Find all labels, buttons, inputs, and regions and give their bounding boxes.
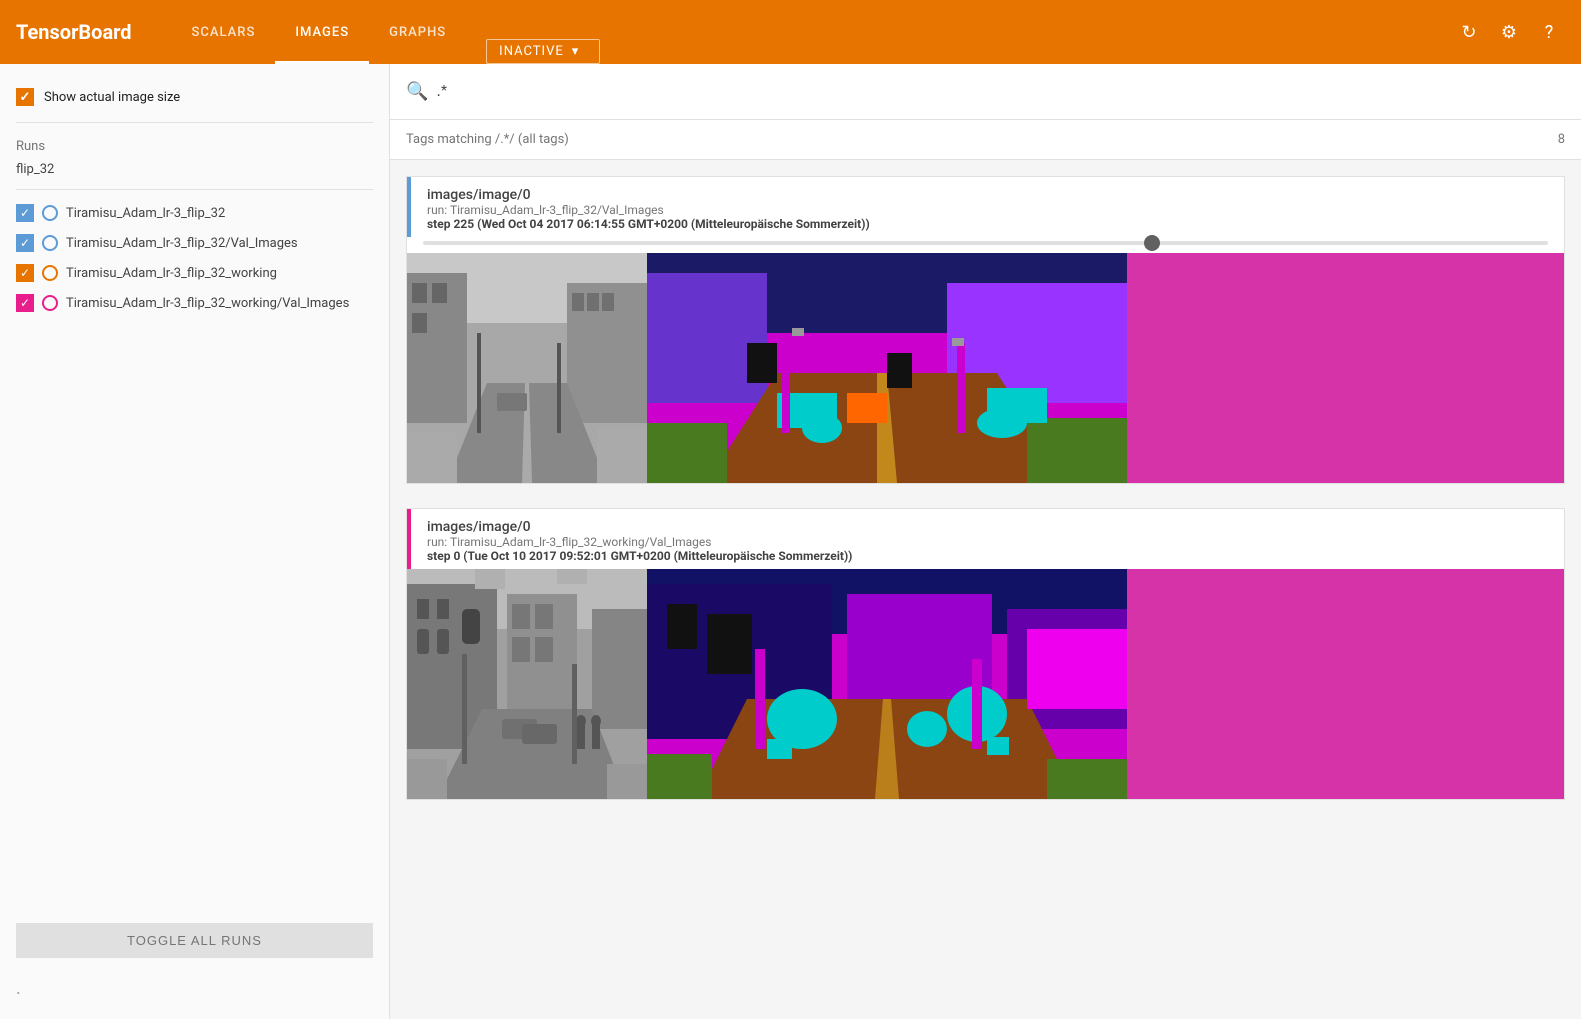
- header-icons: ↻ ⚙ ?: [1453, 16, 1565, 48]
- sidebar-dot: .: [0, 974, 389, 1003]
- step-detail-0: (Wed Oct 04 2017 06:14:55 GMT+0200 (Mitt…: [474, 217, 870, 231]
- show-image-size-label: Show actual image size: [44, 90, 180, 105]
- image-card-step-0: step 225 (Wed Oct 04 2017 06:14:55 GMT+0…: [427, 217, 870, 231]
- inactive-label: INACTIVE: [499, 44, 564, 59]
- image-card-run-0: run: Tiramisu_Adam_lr-3_flip_32/Val_Imag…: [427, 203, 870, 217]
- image-card-title-1: images/image/0: [427, 519, 852, 535]
- run-checkbox-0[interactable]: [16, 204, 34, 222]
- divider-2: [16, 189, 373, 190]
- run-circle-1: [42, 235, 58, 251]
- runs-label: Runs: [0, 131, 389, 158]
- content-area: 🔍 Tags matching /.*/ (all tags) 8 images…: [390, 64, 1581, 1019]
- run-checkbox-1[interactable]: [16, 234, 34, 252]
- image-display-1: [407, 569, 1564, 799]
- show-image-size-row: Show actual image size: [0, 80, 389, 114]
- run-item-1[interactable]: Tiramisu_Adam_lr-3_flip_32/Val_Images: [0, 228, 389, 258]
- nav-scalars[interactable]: SCALARS: [172, 0, 276, 64]
- refresh-icon[interactable]: ↻: [1453, 16, 1485, 48]
- toggle-all-runs-button[interactable]: TOGGLE ALL RUNS: [16, 923, 373, 958]
- sidebar: Show actual image size Runs flip_32 Tira…: [0, 64, 390, 1019]
- run-name-2: Tiramisu_Adam_lr-3_flip_32_working: [66, 266, 277, 281]
- inactive-dropdown[interactable]: INACTIVE ▾: [486, 39, 600, 64]
- search-icon: 🔍: [406, 81, 428, 102]
- image-right-0: [647, 253, 1564, 483]
- tags-count: 8: [1558, 132, 1565, 147]
- image-right-1: [647, 569, 1564, 799]
- run-item-3[interactable]: Tiramisu_Adam_lr-3_flip_32_working/Val_I…: [0, 288, 389, 318]
- divider-1: [16, 122, 373, 123]
- step-label-1: step: [427, 549, 453, 563]
- step-detail-1: (Tue Oct 10 2017 09:52:01 GMT+0200 (Mitt…: [460, 549, 852, 563]
- image-left-1: [407, 569, 647, 799]
- run-name-0: Tiramisu_Adam_lr-3_flip_32: [66, 206, 225, 221]
- show-image-size-checkbox[interactable]: [16, 88, 34, 106]
- help-icon[interactable]: ?: [1533, 16, 1565, 48]
- logo: TensorBoard: [16, 20, 132, 44]
- run-circle-0: [42, 205, 58, 221]
- nav-images[interactable]: IMAGES: [275, 0, 369, 64]
- image-card-run-1: run: Tiramisu_Adam_lr-3_flip_32_working/…: [427, 535, 852, 549]
- dropdown-arrow-icon: ▾: [572, 44, 580, 59]
- flip-label: flip_32: [0, 158, 389, 185]
- nav: SCALARS IMAGES GRAPHS INACTIVE ▾: [172, 0, 1453, 64]
- main-layout: Show actual image size Runs flip_32 Tira…: [0, 64, 1581, 1019]
- tags-bar: Tags matching /.*/ (all tags) 8: [390, 120, 1581, 160]
- image-card-title-0: images/image/0: [427, 187, 870, 203]
- tags-text: Tags matching /.*/ (all tags): [406, 132, 569, 147]
- image-card-step-1: step 0 (Tue Oct 10 2017 09:52:01 GMT+020…: [427, 549, 852, 563]
- image-card-header-0: images/image/0 run: Tiramisu_Adam_lr-3_f…: [407, 177, 1564, 237]
- images-content: images/image/0 run: Tiramisu_Adam_lr-3_f…: [390, 160, 1581, 1019]
- settings-icon[interactable]: ⚙: [1493, 16, 1525, 48]
- image-card-0: images/image/0 run: Tiramisu_Adam_lr-3_f…: [406, 176, 1565, 484]
- step-label-0: step: [427, 217, 453, 231]
- image-card-1: images/image/0 run: Tiramisu_Adam_lr-3_f…: [406, 508, 1565, 800]
- nav-graphs[interactable]: GRAPHS: [369, 0, 466, 64]
- run-circle-3: [42, 295, 58, 311]
- step-slider-0[interactable]: [423, 241, 1548, 245]
- image-card-info-0: images/image/0 run: Tiramisu_Adam_lr-3_f…: [427, 187, 870, 231]
- search-bar: 🔍: [390, 64, 1581, 120]
- image-card-header-1: images/image/0 run: Tiramisu_Adam_lr-3_f…: [407, 509, 1564, 569]
- run-name-1: Tiramisu_Adam_lr-3_flip_32/Val_Images: [66, 236, 298, 251]
- image-card-info-1: images/image/0 run: Tiramisu_Adam_lr-3_f…: [427, 519, 852, 563]
- image-display-0: [407, 253, 1564, 483]
- slider-row-0: [407, 237, 1564, 253]
- tags-suffix: (all tags): [518, 132, 569, 147]
- step-num-0: 225: [453, 217, 474, 231]
- run-item-2[interactable]: Tiramisu_Adam_lr-3_flip_32_working: [0, 258, 389, 288]
- run-checkbox-3[interactable]: [16, 294, 34, 312]
- run-circle-2: [42, 265, 58, 281]
- run-name-3: Tiramisu_Adam_lr-3_flip_32_working/Val_I…: [66, 296, 349, 311]
- search-input[interactable]: [436, 83, 1565, 101]
- header: TensorBoard SCALARS IMAGES GRAPHS INACTI…: [0, 0, 1581, 64]
- run-item-0[interactable]: Tiramisu_Adam_lr-3_flip_32: [0, 198, 389, 228]
- tags-prefix: Tags matching /.*/: [406, 132, 518, 147]
- image-left-0: [407, 253, 647, 483]
- run-checkbox-2[interactable]: [16, 264, 34, 282]
